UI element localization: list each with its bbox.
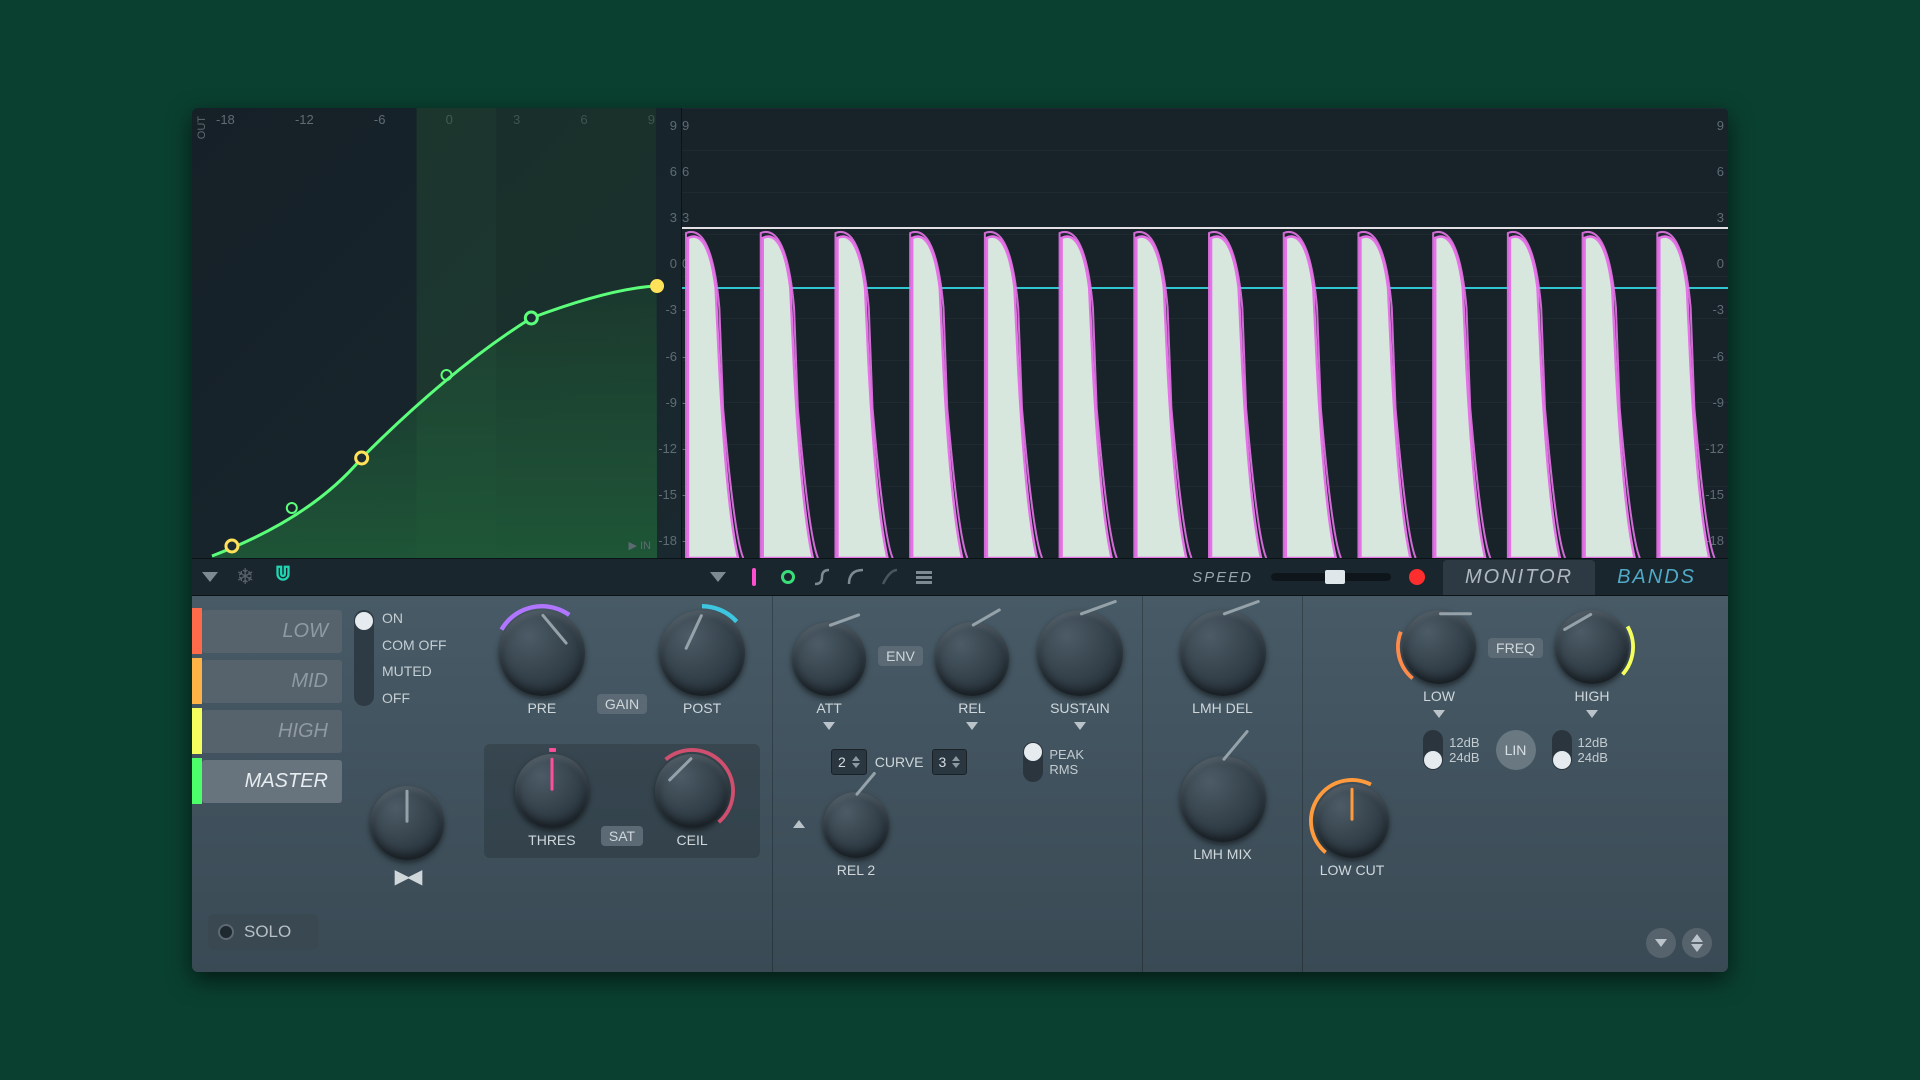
crossover-panel: LOW FREQ HIGH 12dB (1302, 596, 1728, 972)
attack-expand-icon[interactable] (823, 722, 835, 730)
gain-sat-panel: PRE GAIN POST THRES (472, 596, 772, 972)
record-button[interactable] (1409, 569, 1425, 585)
band-tab-master[interactable]: MASTER (192, 758, 342, 804)
speed-label: SPEED (1192, 569, 1253, 586)
wave-options-dropdown[interactable] (710, 572, 726, 582)
freeze-icon[interactable]: ❄ (236, 564, 254, 590)
band-tab-low[interactable]: LOW (192, 608, 342, 654)
band-tab-mid[interactable]: MID (192, 658, 342, 704)
toolbar: ❄ SPEED MONITOR BANDS (192, 558, 1728, 596)
release-knob[interactable] (935, 622, 1009, 696)
controls-area: LOW MID HIGH MASTER SOLO (192, 596, 1728, 972)
band-selector: LOW MID HIGH MASTER SOLO (192, 596, 342, 972)
band-state-switch[interactable] (354, 610, 374, 706)
attack-knob[interactable] (792, 622, 866, 696)
pre-gain-knob[interactable] (499, 610, 585, 696)
high-freq-knob[interactable] (1555, 610, 1629, 684)
solo-button[interactable]: SOLO (208, 914, 318, 950)
attack-curve-spinner[interactable]: 2 (831, 749, 867, 775)
release-curve-spinner[interactable]: 3 (932, 749, 968, 775)
monitor-tab[interactable]: MONITOR (1443, 560, 1595, 595)
stereo-sep-knob[interactable] (370, 786, 444, 860)
nav-down-button[interactable] (1646, 928, 1676, 958)
low-freq-knob[interactable] (1402, 610, 1476, 684)
speed-slider[interactable] (1271, 573, 1391, 581)
ceiling-knob[interactable] (655, 754, 729, 828)
transfer-curve-svg (192, 108, 681, 558)
linear-phase-button[interactable]: LIN (1496, 730, 1536, 770)
release2-knob[interactable] (823, 792, 889, 858)
stereo-link-icon: ▶◀ (395, 864, 420, 889)
sustain-knob[interactable] (1037, 610, 1123, 696)
shape-hold-icon[interactable] (914, 567, 934, 587)
low-cut-knob[interactable] (1315, 784, 1389, 858)
curve-shape-selector (744, 567, 934, 587)
lmh-delay-knob[interactable] (1180, 610, 1266, 696)
rel2-collapse-icon[interactable] (793, 820, 805, 828)
high-expand-icon[interactable] (1586, 710, 1598, 718)
env-label: ENV (878, 646, 923, 666)
envelope-display[interactable]: 9 6 3 0 -3 -6 -9 -12 -15 -18 9 6 3 0 -3 … (682, 108, 1728, 558)
post-gain-knob[interactable] (659, 610, 745, 696)
envelope-svg (682, 108, 1728, 558)
state-panel: ON COM OFF MUTED OFF ▶◀ (342, 596, 472, 972)
shape-circle-icon[interactable] (778, 567, 798, 587)
freq-label: FREQ (1488, 638, 1543, 658)
shape-scurve3-icon[interactable] (880, 567, 900, 587)
display-area: OUT -18 -12 -6 0 3 6 9 9 6 3 0 -3 -6 -9 … (192, 108, 1728, 558)
curve-options-dropdown[interactable] (202, 572, 218, 582)
low-expand-icon[interactable] (1433, 710, 1445, 718)
lmh-panel: LMH DEL LMH MIX (1142, 596, 1302, 972)
band-tab-high[interactable]: HIGH (192, 708, 342, 754)
in-axis-label: ▶ IN (628, 539, 651, 552)
high-slope-switch[interactable] (1552, 730, 1572, 770)
envelope-panel: ATT ENV REL SUSTAIN 2 (772, 596, 1142, 972)
shape-scurve2-icon[interactable] (846, 567, 866, 587)
solo-indicator-icon (218, 924, 234, 940)
shape-line-icon[interactable] (744, 567, 764, 587)
release-expand-icon[interactable] (966, 722, 978, 730)
lmh-mix-knob[interactable] (1180, 756, 1266, 842)
transfer-curve-display[interactable]: OUT -18 -12 -6 0 3 6 9 9 6 3 0 -3 -6 -9 … (192, 108, 682, 558)
page-nav (1646, 928, 1712, 958)
low-slope-switch[interactable] (1423, 730, 1443, 770)
peak-rms-switch[interactable] (1023, 742, 1043, 782)
sustain-expand-icon[interactable] (1074, 722, 1086, 730)
gain-label: GAIN (597, 694, 647, 714)
nav-updown-button[interactable] (1682, 928, 1712, 958)
view-tabs: MONITOR BANDS (1443, 560, 1718, 595)
threshold-knob[interactable] (515, 754, 589, 828)
sat-label: SAT (601, 826, 643, 846)
shape-scurve1-icon[interactable] (812, 567, 832, 587)
bands-tab[interactable]: BANDS (1595, 560, 1718, 595)
snap-icon[interactable] (272, 564, 294, 590)
maximus-plugin-window: OUT -18 -12 -6 0 3 6 9 9 6 3 0 -3 -6 -9 … (192, 108, 1728, 972)
